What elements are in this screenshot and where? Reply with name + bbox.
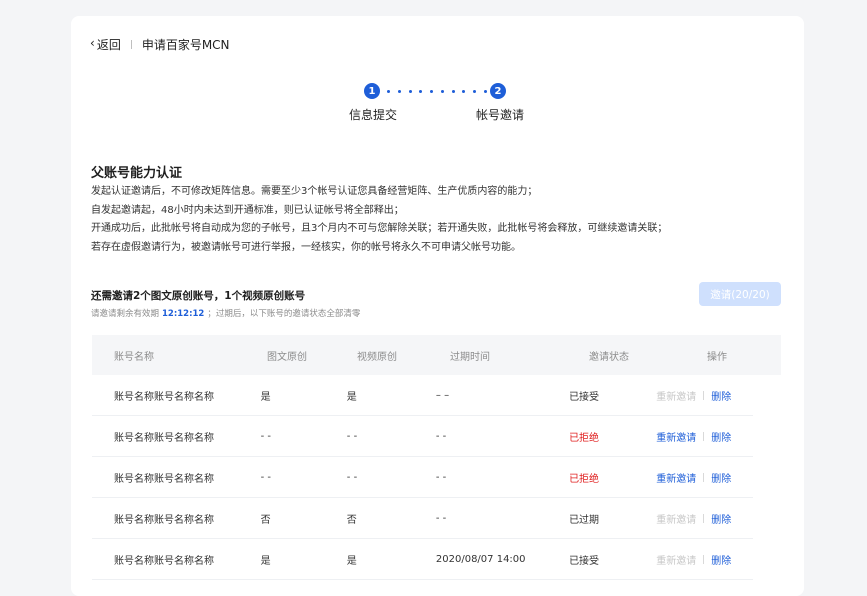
reinvite-button[interactable]: 重新邀请 (656, 552, 696, 567)
account-name: 账号名称账号名称名称 (114, 391, 214, 403)
chevron-left-icon: ‹ (90, 36, 95, 50)
section-title: 父账号能力认证 (91, 166, 183, 181)
actions-cell: 重新邀请 删除 (656, 552, 753, 567)
back-label: 返回 (96, 37, 121, 52)
breadcrumb-divider (130, 39, 132, 49)
reinvite-button[interactable]: 重新邀请 (656, 429, 696, 444)
text-original-cell: - - (260, 430, 271, 442)
expire-cell: – – (435, 389, 450, 401)
table-row: 账号名称账号名称名称 - - - - - - 已拒绝 重新邀请 删除 (92, 416, 753, 457)
video-original-cell: 否 (346, 514, 357, 526)
video-original-cell: 是 (346, 391, 357, 403)
table-row: 账号名称账号名称名称 - - - - - - 已拒绝 重新邀请 删除 (92, 457, 753, 498)
description-line: 开通成功后，此批帐号将自动成为您的子帐号，且3个月内不可与您解除关联；若开通失败… (91, 223, 668, 235)
step-indicator: 1 2 信息提交 帐号邀请 (71, 82, 804, 132)
reinvite-button[interactable]: 重新邀请 (656, 388, 696, 403)
text-original-cell: 否 (260, 514, 271, 526)
actions-cell: 重新邀请 删除 (656, 429, 753, 444)
account-name: 账号名称账号名称名称 (114, 432, 214, 444)
column-header-status: 邀请状态 (589, 351, 629, 363)
invite-title: 还需邀请2个图文原创账号，1个视频原创账号 (91, 290, 306, 302)
step-1-label: 信息提交 (349, 108, 398, 122)
delete-button[interactable]: 删除 (711, 429, 731, 444)
action-divider (703, 513, 705, 523)
expire-cell: 2020/08/07 14:00 (435, 553, 526, 565)
action-divider (703, 554, 705, 564)
column-header-actions: 操作 (707, 351, 727, 363)
account-name: 账号名称账号名称名称 (114, 555, 214, 567)
page-title: 申请百家号MCN (141, 37, 230, 52)
step-2-badge: 2 (490, 83, 506, 99)
status-cell: 已过期 (569, 514, 600, 526)
actions-cell: 重新邀请 删除 (656, 470, 753, 485)
table-row: 账号名称账号名称名称 否 否 - - 已过期 重新邀请 删除 (92, 498, 753, 539)
status-cell: 已拒绝 (569, 432, 600, 444)
reinvite-button[interactable]: 重新邀请 (656, 511, 696, 526)
account-name: 账号名称账号名称名称 (114, 514, 214, 526)
step-1-badge: 1 (364, 83, 380, 99)
actions-cell: 重新邀请 删除 (656, 388, 753, 403)
action-divider (703, 431, 705, 441)
reinvite-button[interactable]: 重新邀请 (656, 470, 696, 485)
invite-table: 账号名称 图文原创 视频原创 过期时间 邀请状态 操作 账号名称账号名称名称 是… (92, 335, 781, 580)
table-row: 账号名称账号名称名称 是 是 2020/08/07 14:00 已接受 重新邀请… (92, 539, 753, 580)
actions-cell: 重新邀请 删除 (656, 511, 753, 526)
invite-subtitle: 请邀请剩余有效期 12:12:12 ；过期后，以下账号的邀请状态全部清零 (91, 307, 360, 319)
text-original-cell: - - (260, 471, 271, 483)
table-header: 账号名称 图文原创 视频原创 过期时间 邀请状态 操作 (92, 335, 781, 375)
main-card: ‹ 返回 申请百家号MCN 1 2 信息提交 帐号邀请 父账号能力认证 发起认证… (71, 16, 804, 596)
video-original-cell: - - (346, 471, 358, 483)
expire-cell: - - (435, 471, 447, 483)
expire-cell: - - (435, 512, 447, 524)
description-line: 若存在虚假邀请行为，被邀请帐号可进行举报，一经核实，你的帐号将永久不可申请父帐号… (91, 241, 521, 253)
invite-sub-prefix: 请邀请剩余有效期 (91, 309, 160, 319)
back-button[interactable]: ‹ 返回 (90, 36, 121, 53)
action-divider (703, 472, 705, 482)
breadcrumb: ‹ 返回 申请百家号MCN (90, 36, 230, 52)
expire-cell: - - (435, 430, 447, 442)
table-row: 账号名称账号名称名称 是 是 – – 已接受 重新邀请 删除 (92, 375, 753, 416)
step-connector (387, 86, 487, 96)
section-description: 发起认证邀请后，不可修改矩阵信息。需要至少3个帐号认证您具备经营矩阵、生产优质内… (91, 183, 791, 257)
step-2-label: 帐号邀请 (476, 108, 525, 122)
text-original-cell: 是 (260, 555, 271, 567)
delete-button[interactable]: 删除 (711, 470, 731, 485)
video-original-cell: 是 (346, 555, 357, 567)
column-header-expire: 过期时间 (450, 351, 490, 363)
invite-button[interactable]: 邀请(20/20) (699, 282, 781, 306)
text-original-cell: 是 (260, 391, 271, 403)
status-cell: 已拒绝 (569, 473, 600, 485)
column-header-text-original: 图文原创 (267, 351, 307, 363)
status-cell: 已接受 (569, 391, 600, 403)
column-header-name: 账号名称 (114, 351, 154, 363)
delete-button[interactable]: 删除 (711, 552, 731, 567)
invite-sub-suffix: ；过期后，以下账号的邀请状态全部清零 (207, 309, 361, 319)
description-line: 发起认证邀请后，不可修改矩阵信息。需要至少3个帐号认证您具备经营矩阵、生产优质内… (91, 186, 538, 197)
column-header-video-original: 视频原创 (357, 351, 397, 363)
action-divider (703, 390, 705, 400)
countdown-timer: 12:12:12 (162, 309, 205, 319)
description-line: 自发起邀请起，48小时内未达到开通标准，则已认证帐号将全部释出； (91, 204, 404, 216)
status-cell: 已接受 (569, 555, 600, 567)
delete-button[interactable]: 删除 (711, 511, 731, 526)
video-original-cell: - - (346, 430, 358, 442)
delete-button[interactable]: 删除 (711, 388, 731, 403)
account-name: 账号名称账号名称名称 (114, 473, 214, 485)
